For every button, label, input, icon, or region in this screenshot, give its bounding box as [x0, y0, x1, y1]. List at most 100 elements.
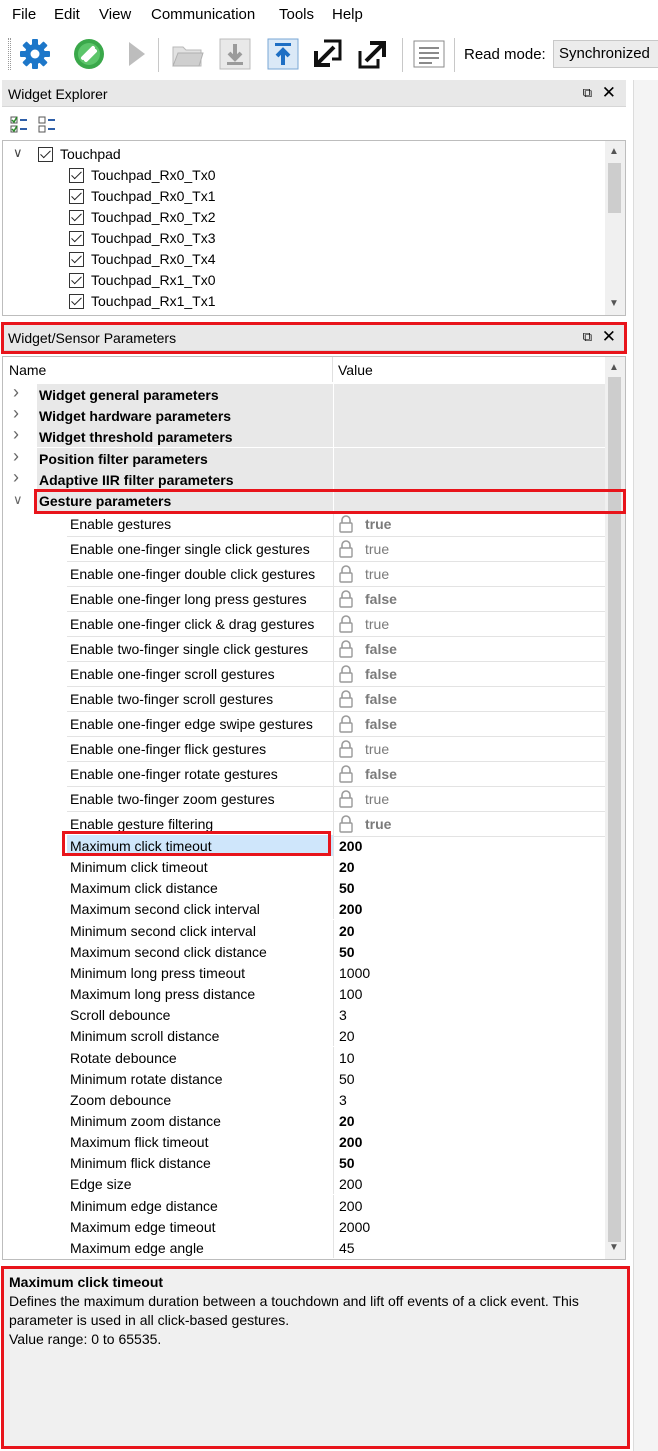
param-value[interactable]: false: [365, 712, 397, 735]
param-row[interactable]: Enable one-finger scroll gestures false: [3, 662, 605, 687]
widget-tree-scrollbar[interactable]: ▲ ▼: [605, 141, 625, 315]
param-value[interactable]: false: [365, 762, 397, 785]
param-row[interactable]: Maximum second click interval 200: [3, 898, 605, 920]
param-group-row[interactable]: › Widget threshold parameters: [3, 424, 605, 448]
checkbox[interactable]: [69, 210, 84, 225]
menu-tools[interactable]: Tools: [279, 6, 314, 23]
param-row[interactable]: Minimum edge distance 200: [3, 1194, 605, 1217]
param-row[interactable]: Enable two-finger single click gestures f…: [3, 637, 605, 662]
chevron-down-icon[interactable]: ∨: [13, 492, 23, 508]
param-row[interactable]: Enable one-finger rotate gestures false: [3, 762, 605, 787]
param-value[interactable]: false: [365, 687, 397, 710]
tree-item[interactable]: Touchpad_Rx0_Tx0: [3, 165, 605, 186]
param-row[interactable]: Minimum long press timeout 1000: [3, 961, 605, 983]
param-row[interactable]: Enable gestures true: [3, 512, 605, 537]
param-value[interactable]: true: [365, 562, 389, 585]
param-value[interactable]: 20: [337, 1110, 357, 1132]
param-row[interactable]: Minimum second click interval 20: [3, 919, 605, 942]
checkbox[interactable]: [69, 168, 84, 183]
tree-item[interactable]: Touchpad_Rx0_Tx4: [3, 249, 605, 270]
gear-icon[interactable]: [18, 37, 52, 71]
param-value[interactable]: 100: [337, 983, 364, 1005]
param-value[interactable]: true: [365, 537, 389, 560]
column-header-name[interactable]: Name: [9, 362, 46, 378]
scrollbar-thumb[interactable]: [608, 163, 621, 213]
param-value[interactable]: 50: [337, 877, 357, 899]
param-value[interactable]: true: [365, 812, 391, 835]
param-row[interactable]: Scroll debounce 3: [3, 1004, 605, 1026]
check-all-icon[interactable]: [10, 116, 28, 137]
param-value[interactable]: 200: [337, 898, 364, 920]
checkbox[interactable]: [69, 252, 84, 267]
param-value[interactable]: 50: [337, 941, 357, 963]
scrollbar-thumb[interactable]: [608, 377, 621, 1242]
chevron-right-icon[interactable]: ›: [13, 424, 19, 445]
param-group-row[interactable]: › Adaptive IIR filter parameters: [3, 467, 605, 490]
tree-item[interactable]: Touchpad_Rx1_Tx1: [3, 291, 605, 312]
param-value[interactable]: 3: [337, 1004, 349, 1026]
param-value[interactable]: true: [365, 612, 389, 635]
checkbox[interactable]: [69, 294, 84, 309]
checkbox[interactable]: [38, 147, 53, 162]
param-row[interactable]: Maximum second click distance 50: [3, 940, 605, 963]
export-icon[interactable]: [356, 37, 390, 71]
tree-item[interactable]: Touchpad_Rx0_Tx2: [3, 207, 605, 228]
param-value[interactable]: 200: [337, 1173, 364, 1195]
param-row[interactable]: Edge size 200: [3, 1173, 605, 1195]
menu-help[interactable]: Help: [332, 6, 363, 23]
uncheck-all-icon[interactable]: [38, 116, 56, 137]
param-row[interactable]: Minimum zoom distance 20: [3, 1109, 605, 1132]
download-icon[interactable]: [218, 37, 252, 71]
param-value[interactable]: 20: [337, 1025, 357, 1047]
checkbox[interactable]: [69, 273, 84, 288]
param-value[interactable]: 20: [337, 856, 357, 878]
param-row[interactable]: Maximum flick timeout 200: [3, 1131, 605, 1153]
menu-view[interactable]: View: [99, 6, 131, 23]
param-value[interactable]: true: [365, 787, 389, 810]
param-row[interactable]: Enable one-finger single click gestures t…: [3, 537, 605, 562]
upload-icon[interactable]: [266, 37, 300, 71]
param-row[interactable]: Enable two-finger scroll gestures false: [3, 687, 605, 712]
tree-root-touchpad[interactable]: ∨ Touchpad: [3, 144, 605, 165]
close-panel-icon[interactable]: ✕: [602, 327, 616, 347]
param-row[interactable]: Minimum click timeout 20: [3, 856, 605, 878]
menu-edit[interactable]: Edit: [54, 6, 80, 23]
param-row[interactable]: Maximum edge angle 45: [3, 1236, 605, 1259]
param-value[interactable]: false: [365, 637, 397, 660]
param-group-row[interactable]: › Widget hardware parameters: [3, 403, 605, 427]
scroll-up-icon[interactable]: ▲: [609, 363, 619, 373]
chevron-right-icon[interactable]: ›: [13, 403, 19, 424]
chevron-right-icon[interactable]: ›: [13, 446, 19, 467]
param-value[interactable]: true: [365, 512, 391, 535]
chevron-right-icon[interactable]: ›: [13, 382, 19, 403]
param-value[interactable]: 50: [337, 1068, 357, 1090]
param-row[interactable]: Enable one-finger edge swipe gestures fal…: [3, 712, 605, 737]
param-row[interactable]: Minimum rotate distance 50: [3, 1067, 605, 1090]
param-row[interactable]: Minimum scroll distance 20: [3, 1025, 605, 1047]
checkbox[interactable]: [69, 231, 84, 246]
log-icon[interactable]: [412, 37, 446, 71]
param-value[interactable]: 50: [337, 1152, 357, 1174]
param-group-row[interactable]: › Position filter parameters: [3, 446, 605, 469]
param-value[interactable]: 45: [337, 1237, 357, 1259]
param-row[interactable]: Minimum flick distance 50: [3, 1152, 605, 1174]
param-row[interactable]: Maximum edge timeout 2000: [3, 1215, 605, 1238]
param-value[interactable]: 200: [337, 1195, 364, 1217]
params-scrollbar[interactable]: ▲ ▼: [605, 357, 625, 1259]
param-value[interactable]: false: [365, 587, 397, 610]
param-value[interactable]: 20: [337, 920, 357, 942]
param-row[interactable]: Enable gesture filtering true: [3, 812, 605, 837]
chevron-down-icon[interactable]: ∨: [13, 145, 23, 161]
param-row[interactable]: Enable two-finger zoom gestures true: [3, 787, 605, 812]
float-panel-icon[interactable]: ⧉: [583, 329, 592, 345]
param-row[interactable]: Enable one-finger double click gestures t…: [3, 562, 605, 587]
close-panel-icon[interactable]: ✕: [602, 83, 616, 103]
open-folder-icon[interactable]: [170, 37, 204, 71]
param-value[interactable]: false: [365, 662, 397, 685]
param-value[interactable]: 200: [337, 835, 364, 857]
menu-communication[interactable]: Communication: [151, 6, 255, 23]
tree-item[interactable]: Touchpad_Rx0_Tx1: [3, 186, 605, 207]
param-value[interactable]: 2000: [337, 1216, 372, 1238]
param-row[interactable]: Maximum click distance 50: [3, 877, 605, 899]
menu-file[interactable]: File: [12, 6, 36, 23]
